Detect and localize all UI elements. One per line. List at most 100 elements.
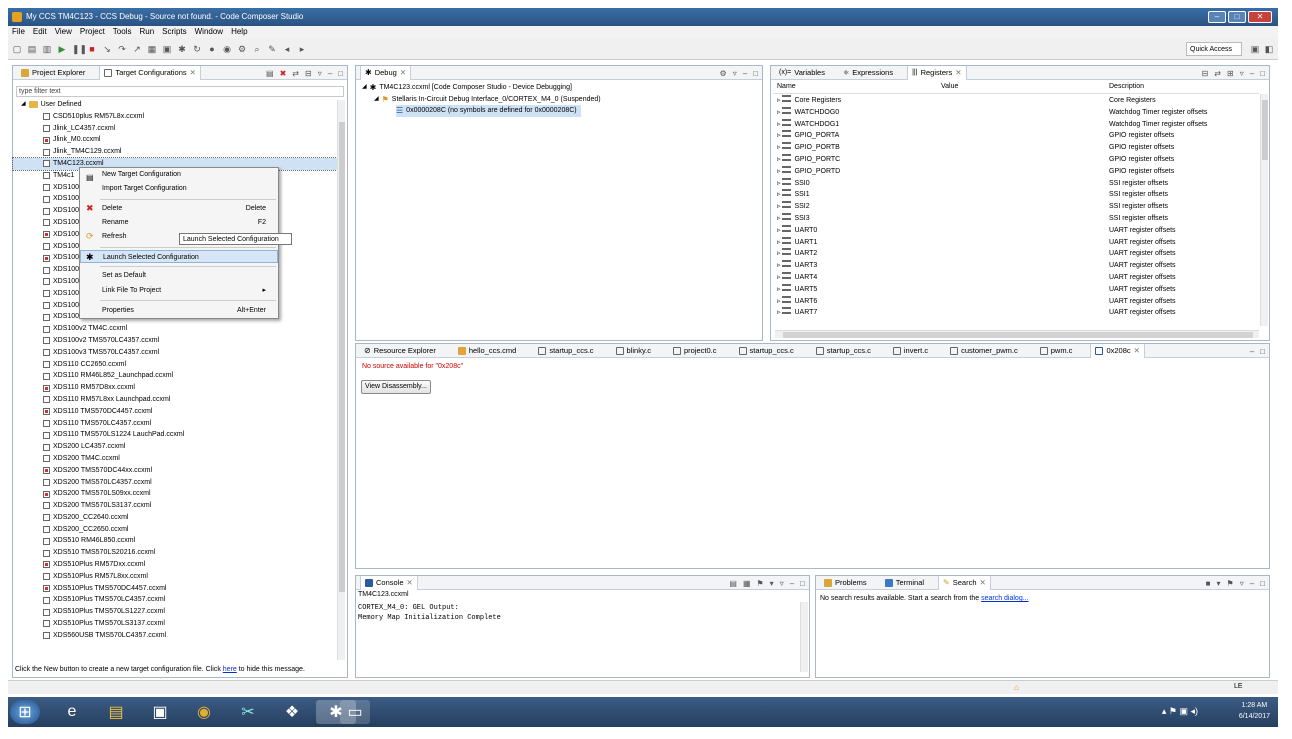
tree-item[interactable]: XDS510Plus RM57Dxx.ccxml bbox=[13, 559, 337, 571]
minimize-view-icon[interactable]: – bbox=[1250, 69, 1254, 78]
scrollbar-thumb[interactable] bbox=[1262, 100, 1268, 160]
window-taskbar-icon[interactable]: ▭ bbox=[340, 700, 370, 724]
tab-target-configurations[interactable]: Target Configurations ✕ bbox=[99, 65, 201, 80]
close-tab-icon[interactable]: ✕ bbox=[980, 578, 986, 587]
hide-message-link[interactable]: here bbox=[223, 666, 237, 673]
tab-project0-c[interactable]: project0.c bbox=[669, 344, 721, 358]
view-menu-icon[interactable]: ▿ bbox=[318, 69, 322, 78]
menu-window[interactable]: Window bbox=[195, 26, 223, 38]
tree-item[interactable]: XDS200_CC2650.ccxml bbox=[13, 524, 337, 536]
scroll-lock-icon[interactable]: ▦ bbox=[743, 579, 751, 588]
new-icon[interactable]: ▢ bbox=[12, 44, 22, 54]
register-row[interactable]: ▹ GPIO_PORTB GPIO register offsets bbox=[773, 142, 1259, 154]
menu-item-properties[interactable]: Properties Alt+Enter bbox=[80, 304, 278, 317]
tree-item[interactable]: XDS200_CC2640.ccxml bbox=[13, 512, 337, 524]
chrome-icon[interactable]: ◉ bbox=[184, 700, 224, 724]
terminate-icon[interactable]: ■ bbox=[87, 44, 97, 54]
pin-search-icon[interactable]: ⚑ bbox=[1227, 579, 1234, 588]
expand-arrow-icon[interactable]: ◢ bbox=[374, 94, 379, 106]
layout-icon[interactable]: ⊞ bbox=[1227, 69, 1234, 78]
tree-item[interactable]: XDS100v3 TMS570LC4357.ccxml bbox=[13, 347, 337, 359]
maximize-view-icon[interactable]: □ bbox=[753, 69, 758, 78]
tree-item[interactable]: XDS510Plus TMS570LS1227.ccxml bbox=[13, 606, 337, 618]
tree-item[interactable]: XDS100v2 TMS570LC4357.ccxml bbox=[13, 335, 337, 347]
step-over-icon[interactable]: ↷ bbox=[117, 44, 127, 54]
tab-startup-ccs-c[interactable]: startup_ccs.c bbox=[534, 344, 597, 358]
maximize-view-icon[interactable]: □ bbox=[1260, 69, 1265, 78]
cancel-search-icon[interactable]: ■ bbox=[1206, 579, 1211, 588]
console-scrollbar[interactable] bbox=[800, 602, 808, 672]
memory-icon[interactable]: ▣ bbox=[162, 44, 172, 54]
register-row[interactable]: ▹ UART3 UART register offsets bbox=[773, 260, 1259, 272]
register-row[interactable]: ▹ GPIO_PORTA GPIO register offsets bbox=[773, 130, 1259, 142]
tree-item[interactable]: XDS110 TMS570DC4457.ccxml bbox=[13, 406, 337, 418]
hscroll-thumb[interactable] bbox=[783, 332, 1253, 338]
register-row[interactable]: ▹ UART0 UART register offsets bbox=[773, 224, 1259, 237]
register-row[interactable]: ▹ GPIO_PORTC GPIO register offsets bbox=[773, 154, 1259, 166]
internet-explorer-icon[interactable]: e bbox=[52, 700, 92, 724]
filter-input[interactable]: type filter text bbox=[16, 86, 344, 97]
step-return-icon[interactable]: ↗ bbox=[132, 44, 142, 54]
menu-run[interactable]: Run bbox=[139, 26, 154, 38]
minimize-button[interactable]: – bbox=[1208, 11, 1226, 23]
tree-scrollbar[interactable] bbox=[337, 100, 345, 660]
register-row[interactable]: ▹ Core Registers Core Registers bbox=[773, 95, 1259, 107]
tab-customer-pwm-c[interactable]: customer_pwm.c bbox=[946, 344, 1022, 358]
forward-icon[interactable]: ▸ bbox=[297, 44, 307, 54]
quick-access-field[interactable]: Quick Access bbox=[1186, 42, 1242, 56]
tree-item[interactable]: XDS200 TMS570LC4357.ccxml bbox=[13, 477, 337, 489]
save-all-icon[interactable]: ▥ bbox=[42, 44, 52, 54]
link-editor-icon[interactable]: ⇄ bbox=[292, 69, 299, 78]
tree-item[interactable]: XDS110 TMS570LC4357.ccxml bbox=[13, 418, 337, 430]
menu-file[interactable]: File bbox=[12, 26, 25, 38]
run-icon[interactable]: ◉ bbox=[222, 44, 232, 54]
tab-registers[interactable]: ||| Registers ✕ bbox=[907, 65, 967, 80]
minimize-view-icon[interactable]: – bbox=[743, 69, 747, 78]
system-tray-icons[interactable]: ▴ ⚑ ▣ ◂) bbox=[1162, 706, 1198, 717]
resume-icon[interactable]: ▶ bbox=[57, 44, 67, 54]
register-row[interactable]: ▹ WATCHDOG0 Watchdog Timer register offse… bbox=[773, 106, 1259, 119]
clear-console-icon[interactable]: ▤ bbox=[729, 579, 737, 588]
tool-icon[interactable]: ✂ bbox=[228, 700, 268, 724]
debug-icon[interactable]: ✱ bbox=[177, 44, 187, 54]
maximize-view-icon[interactable]: □ bbox=[1260, 579, 1265, 588]
tree-item[interactable]: XDS510 RM46L850.ccxml bbox=[13, 535, 337, 547]
maximize-button[interactable]: □ bbox=[1228, 11, 1246, 23]
minimize-view-icon[interactable]: – bbox=[1250, 579, 1254, 588]
tree-root[interactable]: ◢ User Defined bbox=[13, 99, 337, 111]
media-player-icon[interactable]: ▣ bbox=[140, 700, 180, 724]
view-menu-icon[interactable]: ▿ bbox=[733, 69, 737, 78]
perspective-open-icon[interactable]: ▣ bbox=[1250, 44, 1260, 54]
registers-scrollbar[interactable] bbox=[1260, 94, 1268, 326]
tree-item[interactable]: XDS200 LC4357.ccxml bbox=[13, 441, 337, 453]
tree-item[interactable]: XDS510Plus TMS570LC4357.ccxml bbox=[13, 594, 337, 606]
column-name[interactable]: Name bbox=[777, 83, 796, 90]
view-menu-icon[interactable]: ▿ bbox=[1240, 69, 1244, 78]
tab-terminal[interactable]: Terminal bbox=[881, 576, 928, 590]
menu-scripts[interactable]: Scripts bbox=[162, 26, 186, 38]
open-console-icon[interactable]: ▾ bbox=[770, 579, 774, 588]
expand-arrow-icon[interactable]: ◢ bbox=[362, 82, 367, 94]
register-row[interactable]: ▹ UART5 UART register offsets bbox=[773, 283, 1259, 296]
menu-edit[interactable]: Edit bbox=[33, 26, 47, 38]
tree-item[interactable]: XDS560USB TMS570LC4357.ccxml bbox=[13, 630, 337, 642]
tree-item[interactable]: XDS510 TMS570LS20216.ccxml bbox=[13, 547, 337, 559]
tree-item[interactable]: XDS200 TMS570LS09xx.ccxml bbox=[13, 488, 337, 500]
tab-variables[interactable]: (x)= Variables bbox=[775, 66, 829, 80]
tree-item[interactable]: XDS110 TMS570LS1224 LauchPad.ccxml bbox=[13, 429, 337, 441]
tab-debug[interactable]: ✱ Debug ✕ bbox=[360, 65, 412, 80]
tab-expressions[interactable]: ⚛ Expressions bbox=[839, 66, 897, 80]
view-menu-icon[interactable]: ▿ bbox=[780, 579, 784, 588]
remove-terminated-icon[interactable]: ⚙ bbox=[720, 69, 727, 78]
pin-console-icon[interactable]: ⚑ bbox=[757, 579, 764, 588]
app-cube-icon[interactable]: ❖ bbox=[272, 700, 312, 724]
close-tab-icon[interactable]: ✕ bbox=[400, 68, 406, 77]
step-into-icon[interactable]: ↘ bbox=[102, 44, 112, 54]
menu-item-rename[interactable]: Rename F2 bbox=[80, 216, 278, 229]
menu-view[interactable]: View bbox=[55, 26, 72, 38]
tree-item[interactable]: XDS200 TMS570DC44xx.ccxml bbox=[13, 465, 337, 477]
maximize-view-icon[interactable]: □ bbox=[338, 69, 343, 78]
tree-item[interactable]: XDS200 TMS570LS3137.ccxml bbox=[13, 500, 337, 512]
tree-item[interactable]: XDS110 RM57D8xx.ccxml bbox=[13, 382, 337, 394]
menu-item-link-file-to-project[interactable]: Link File To Project ▸ bbox=[80, 284, 278, 297]
